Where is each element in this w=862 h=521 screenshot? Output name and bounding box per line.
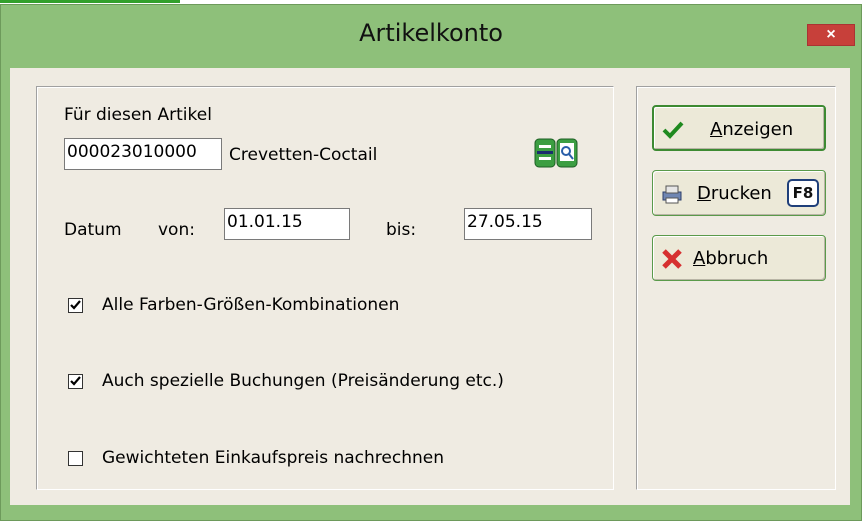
checkmark-icon: [70, 300, 81, 310]
mnemonic: A: [710, 119, 723, 140]
cancel-button[interactable]: Abbruch: [652, 235, 826, 281]
from-label: von:: [158, 220, 195, 240]
option-label: Alle Farben-Größen-Kombinationen: [102, 295, 400, 315]
show-button[interactable]: Anzeigen: [652, 105, 826, 151]
date-to-field[interactable]: 27.05.15: [464, 208, 592, 240]
close-button[interactable]: ×: [807, 24, 855, 46]
article-lookup-icons: [534, 138, 578, 168]
search-icon[interactable]: [556, 138, 578, 168]
title-bar[interactable]: Artikelkonto ×: [1, 5, 861, 65]
printer-icon: [662, 185, 682, 204]
option-label: Gewichteten Einkaufspreis nachrechnen: [102, 448, 444, 468]
print-button[interactable]: Drucken F8: [652, 170, 826, 216]
mnemonic: D: [697, 183, 711, 204]
mnemonic: A: [693, 248, 706, 269]
date-from-field[interactable]: 01.01.15: [224, 208, 350, 240]
f8-key-badge: F8: [787, 179, 819, 207]
special-bookings-checkbox[interactable]: [68, 374, 83, 389]
option-label: Auch spezielle Buchungen (Preisänderung …: [102, 371, 504, 391]
all-color-size-checkbox[interactable]: [68, 298, 83, 313]
date-label: Datum: [64, 220, 122, 240]
show-button-label: nzeigen: [722, 119, 794, 140]
checkmark-icon: [662, 121, 684, 139]
recalc-price-checkbox[interactable]: [68, 451, 83, 466]
dialog-title: Artikelkonto: [359, 19, 503, 47]
list-icon[interactable]: [534, 138, 556, 168]
background-accent: [0, 0, 180, 3]
checkmark-icon: [70, 376, 81, 386]
article-number-field[interactable]: 000023010000: [64, 138, 222, 170]
to-label: bis:: [386, 220, 417, 240]
cancel-button-label: bbruch: [705, 248, 769, 269]
red-x-icon: [662, 249, 682, 269]
article-label: Für diesen Artikel: [64, 105, 212, 125]
print-button-label: rucken: [710, 183, 772, 204]
article-name: Crevetten-Coctail: [229, 145, 378, 165]
